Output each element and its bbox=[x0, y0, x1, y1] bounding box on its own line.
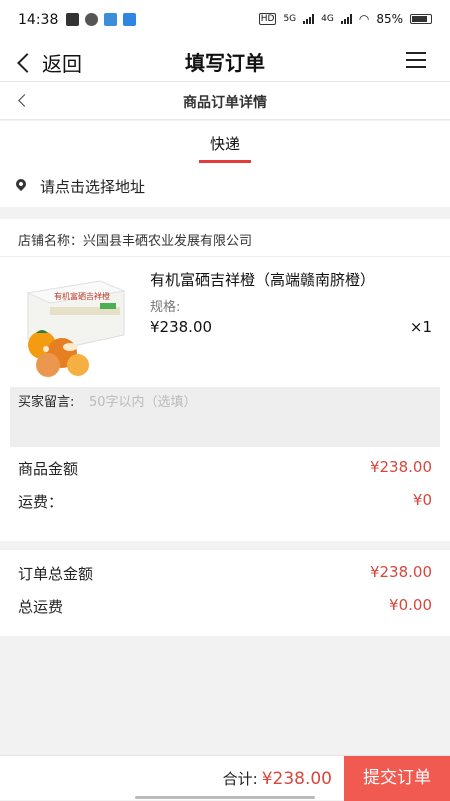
total-shipping-value: ¥0.00 bbox=[389, 596, 432, 614]
total-summary: 合计: ¥238.00 bbox=[223, 768, 332, 789]
order-total-row: 订单总金额 ¥238.00 bbox=[18, 563, 432, 584]
total-shipping-row: 总运费 ¥0.00 bbox=[18, 596, 432, 617]
product-price: ¥238.00 bbox=[150, 318, 213, 336]
shop-name: 店铺名称：兴国县丰硒农业发展有限公司 bbox=[18, 234, 253, 249]
battery-percent: 85% bbox=[376, 12, 403, 26]
checkout-bar: 合计: ¥238.00 提交订单 bbox=[0, 755, 450, 801]
address-selector[interactable]: 请点击选择地址 bbox=[0, 165, 450, 207]
shipping-row: 运费： ¥0 bbox=[18, 491, 432, 512]
delivery-tabs: 快递 bbox=[0, 121, 450, 165]
arrow-app-icon bbox=[123, 13, 136, 26]
product-name: 有机富硒吉祥橙（高端赣南脐橙） bbox=[150, 271, 376, 289]
wifi-icon: ◠ bbox=[358, 12, 370, 26]
battery-icon bbox=[410, 14, 432, 24]
home-indicator bbox=[135, 796, 315, 799]
goods-amount-value: ¥238.00 bbox=[369, 458, 432, 476]
location-pin-icon bbox=[13, 176, 29, 192]
status-time: 14:38 bbox=[18, 12, 59, 28]
video-app-icon bbox=[66, 13, 79, 26]
shipping-value: ¥0 bbox=[412, 491, 432, 509]
shop-header: 店铺名称：兴国县丰硒农业发展有限公司 bbox=[0, 219, 450, 257]
product-item: 有机富硒吉祥橙 有机富硒吉祥橙（高端赣南脐橙） 规格: ¥238.00 ×1 bbox=[0, 257, 450, 387]
back-label: 返回 bbox=[42, 52, 82, 76]
notification-icons bbox=[66, 13, 136, 26]
product-spec: 规格: bbox=[150, 300, 181, 315]
message-label: 买家留言: bbox=[18, 395, 75, 410]
signal-1-icon bbox=[303, 14, 315, 24]
buyer-message-input[interactable]: 买家留言: 50字以内（选填） bbox=[10, 387, 440, 447]
address-placeholder: 请点击选择地址 bbox=[40, 178, 146, 196]
gallery-app-icon bbox=[104, 13, 117, 26]
order-total-label: 订单总金额 bbox=[18, 565, 94, 583]
goods-amount-label: 商品金额 bbox=[18, 460, 79, 478]
product-quantity: ×1 bbox=[409, 318, 432, 336]
submit-order-button[interactable]: 提交订单 bbox=[344, 756, 450, 801]
total-value: ¥238.00 bbox=[261, 769, 332, 789]
signal-2-icon bbox=[340, 14, 352, 24]
status-bar: 14:38 HD 5G 4G ◠ 85% bbox=[0, 0, 450, 40]
menu-icon[interactable] bbox=[406, 52, 426, 70]
total-shipping-label: 总运费 bbox=[18, 598, 64, 616]
status-right: HD 5G 4G ◠ 85% bbox=[258, 12, 432, 26]
link-app-icon bbox=[85, 13, 98, 26]
network-5g-label: 5G bbox=[283, 14, 297, 24]
box-label: 有机富硒吉祥橙 bbox=[54, 291, 110, 301]
order-totals: 订单总金额 ¥238.00 总运费 ¥0.00 bbox=[0, 550, 450, 636]
product-image: 有机富硒吉祥橙 bbox=[26, 280, 126, 377]
back-button[interactable]: 返回 bbox=[16, 48, 82, 77]
order-total-value: ¥238.00 bbox=[369, 563, 432, 581]
tab-active-indicator bbox=[199, 160, 251, 163]
total-label: 合计: bbox=[222, 770, 258, 788]
amount-summary: 商品金额 ¥238.00 运费： ¥0 bbox=[0, 447, 450, 541]
hd-icon: HD bbox=[258, 13, 277, 25]
tab-express[interactable]: 快递 bbox=[195, 133, 255, 154]
top-nav: 返回 填写订单 bbox=[0, 40, 450, 82]
section-title: 商品订单详情 bbox=[183, 95, 267, 111]
message-placeholder: 50字以内（选填） bbox=[89, 395, 197, 410]
sub-nav: 商品订单详情 bbox=[0, 82, 450, 120]
shipping-label: 运费： bbox=[18, 493, 64, 511]
chevron-left-icon bbox=[17, 52, 37, 73]
goods-amount-row: 商品金额 ¥238.00 bbox=[18, 458, 432, 479]
network-4g-label: 4G bbox=[321, 14, 334, 24]
